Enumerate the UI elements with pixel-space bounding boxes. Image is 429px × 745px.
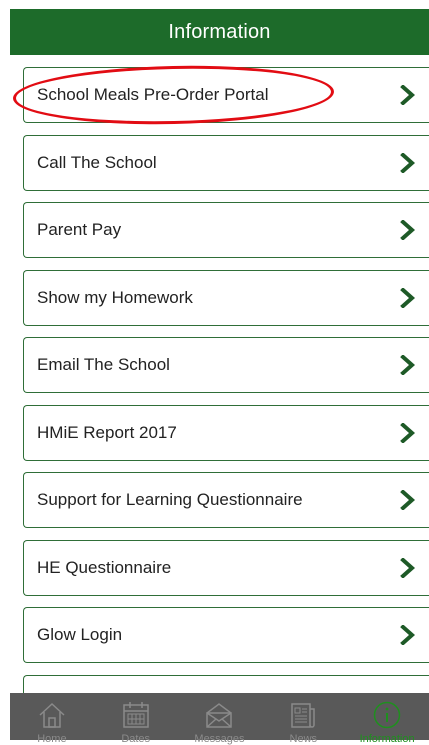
list-item-homework[interactable]: Show my Homework xyxy=(23,269,429,326)
list-item-call-school[interactable]: Call The School xyxy=(23,134,429,191)
list-item-label: Parent Pay xyxy=(37,220,122,239)
newspaper-icon xyxy=(288,700,318,730)
tab-information[interactable]: Information xyxy=(345,693,429,745)
tab-home[interactable]: Home xyxy=(10,693,94,745)
chevron-right-icon xyxy=(400,287,416,308)
envelope-icon xyxy=(204,700,234,730)
chevron-right-icon xyxy=(400,422,416,443)
chevron-right-icon xyxy=(400,490,416,510)
chevron-right-icon xyxy=(400,85,416,105)
chevron-right-icon xyxy=(400,152,416,173)
chevron-right-icon xyxy=(400,355,416,375)
list-item-label: HE Questionnaire xyxy=(37,557,172,577)
tab-label: Information xyxy=(359,733,415,745)
list-item-school-meals[interactable]: School Meals Pre-Order Portal xyxy=(23,67,429,123)
list-item-parent-pay[interactable]: Parent Pay xyxy=(23,202,429,258)
list-item-label: School Meals Pre-Order Portal xyxy=(37,85,269,104)
tab-messages[interactable]: Messages xyxy=(178,693,262,745)
list-item-label: Email The School xyxy=(37,355,170,374)
info-list: School Meals Pre-Order Portal Call The S… xyxy=(23,67,429,742)
tab-label: News xyxy=(289,733,318,745)
tab-bar: Home Dates Messages News Information xyxy=(10,693,429,745)
list-item-label: Glow Login xyxy=(37,625,123,644)
list-item-label: Show my Homework xyxy=(37,287,193,307)
chevron-right-icon xyxy=(400,220,416,240)
tab-label: Messages xyxy=(194,733,245,745)
list-item-email-school[interactable]: Email The School xyxy=(23,337,429,393)
calendar-icon xyxy=(121,700,151,730)
list-item-he-questionnaire[interactable]: HE Questionnaire xyxy=(23,539,429,596)
tab-dates[interactable]: Dates xyxy=(94,693,178,745)
chevron-right-icon xyxy=(400,625,416,645)
list-item-label: HMiE Report 2017 xyxy=(37,422,177,442)
list-item-hmie-report[interactable]: HMiE Report 2017 xyxy=(23,404,429,461)
tab-news[interactable]: News xyxy=(261,693,345,745)
list-item-support-questionnaire[interactable]: Support for Learning Questionnaire xyxy=(23,472,429,528)
tab-label: Home xyxy=(37,733,67,745)
home-icon xyxy=(37,700,67,730)
list-item-label: Call The School xyxy=(37,152,157,172)
header-bar: Information xyxy=(10,9,429,55)
info-icon xyxy=(372,700,402,730)
chevron-right-icon xyxy=(400,557,416,578)
tab-label: Dates xyxy=(121,733,151,745)
page-title: Information xyxy=(168,20,271,43)
list-item-glow-login[interactable]: Glow Login xyxy=(23,607,429,663)
list-item-label: Support for Learning Questionnaire xyxy=(37,490,303,509)
